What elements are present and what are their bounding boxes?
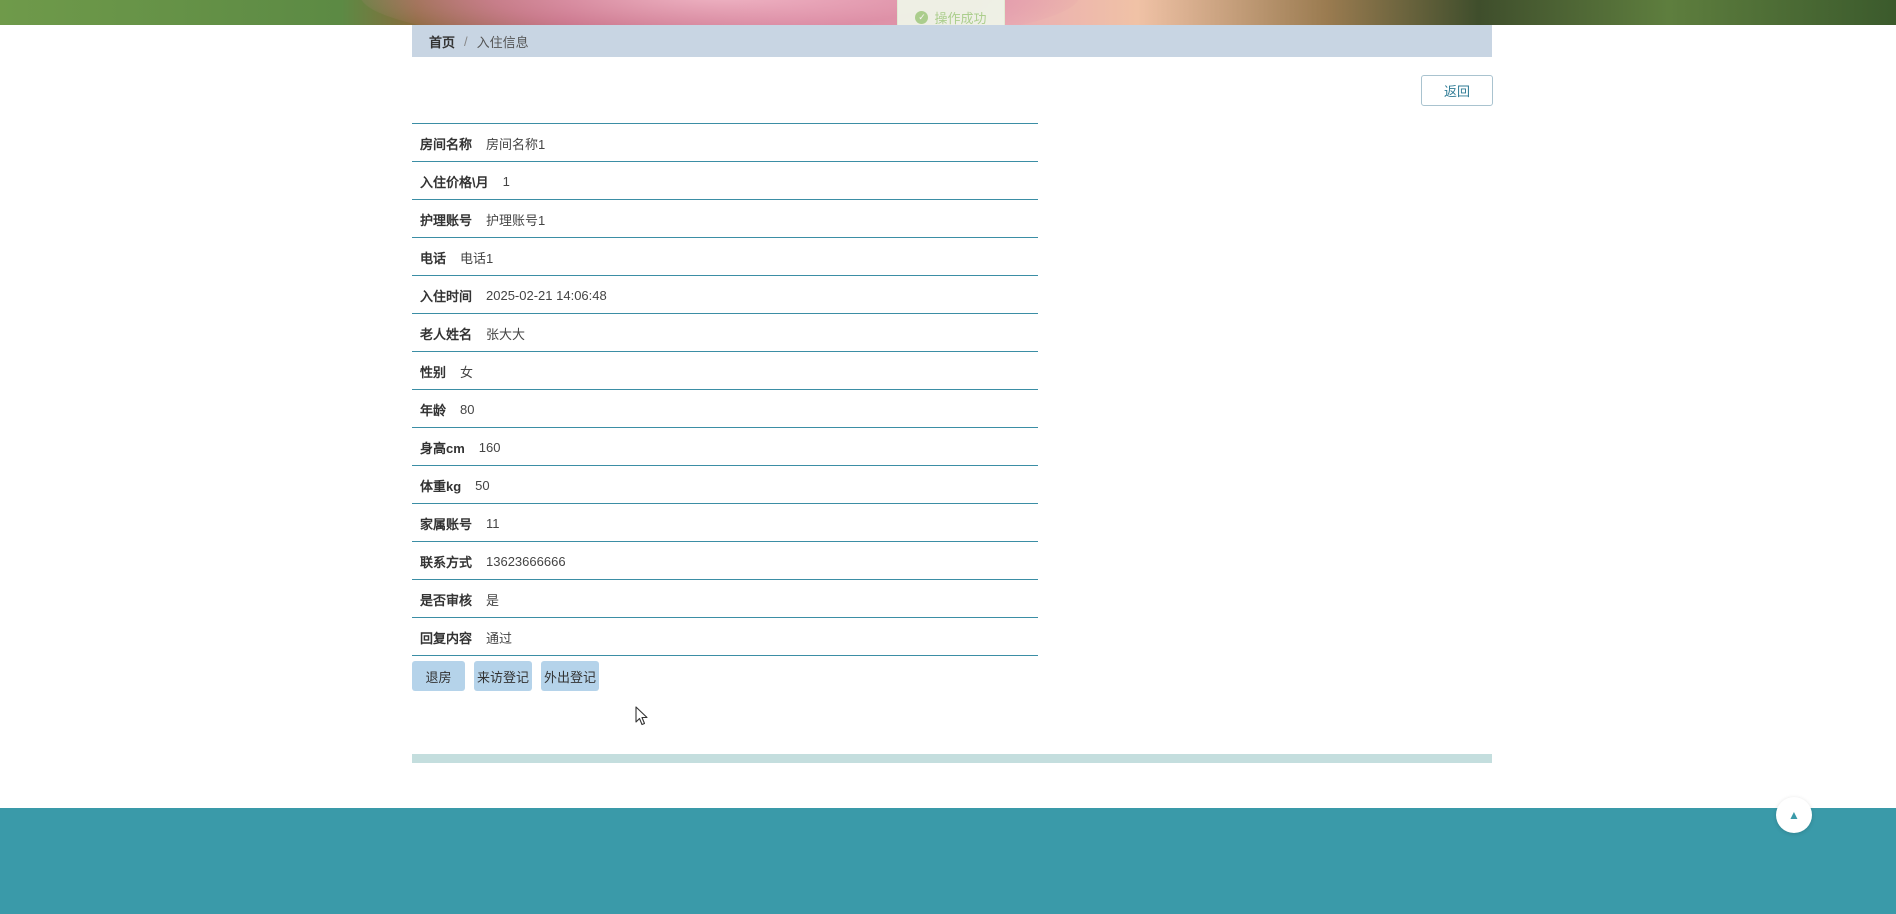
detail-value: 张大大 [486,326,526,342]
detail-row-phone: 电话 电话1 [412,238,1038,276]
detail-row-nurse-account: 护理账号 护理账号1 [412,200,1038,238]
detail-value: 13623666666 [486,553,566,569]
detail-value: 电话1 [460,250,494,266]
caret-up-icon: ▲ [1788,808,1800,822]
detail-label: 回复内容 [420,630,473,646]
detail-label: 入住时间 [420,288,473,304]
detail-value: 护理账号1 [486,212,546,228]
detail-row-elder-name: 老人姓名 张大大 [412,314,1038,352]
detail-label: 体重kg [420,478,462,494]
scroll-to-top-button[interactable]: ▲ [1776,797,1812,833]
detail-label: 电话 [420,250,447,266]
detail-value: 80 [460,401,475,417]
detail-row-gender: 性别 女 [412,352,1038,390]
breadcrumb: 首页 / 入住信息 [412,25,1492,57]
detail-value: 2025-02-21 14:06:48 [486,287,607,303]
action-button-group: 退房 来访登记 外出登记 [412,661,600,691]
detail-label: 老人姓名 [420,326,473,342]
detail-value: 50 [475,477,490,493]
detail-row-weight: 体重kg 50 [412,466,1038,504]
detail-label: 是否审核 [420,592,473,608]
breadcrumb-home[interactable]: 首页 [429,32,455,51]
visit-register-button[interactable]: 来访登记 [474,661,533,691]
detail-row-age: 年龄 80 [412,390,1038,428]
detail-value: 房间名称1 [486,136,546,152]
detail-row-family-account: 家属账号 11 [412,504,1038,542]
page-footer [0,808,1896,914]
detail-label: 联系方式 [420,554,473,570]
detail-value: 通过 [486,630,513,646]
checkin-detail-table: 房间名称 房间名称1 入住价格\月 1 护理账号 护理账号1 电话 电话1 入住… [412,123,1038,656]
detail-value: 女 [460,364,474,380]
detail-value: 160 [478,439,501,455]
detail-row-contact: 联系方式 13623666666 [412,542,1038,580]
content-divider-bar [412,754,1492,763]
detail-label: 性别 [420,364,447,380]
mouse-cursor-icon [635,706,648,726]
checkout-button[interactable]: 退房 [412,661,465,691]
detail-value: 1 [502,173,510,189]
detail-row-room-name: 房间名称 房间名称1 [412,124,1038,162]
breadcrumb-current: 入住信息 [476,34,529,50]
detail-label: 房间名称 [420,136,473,152]
detail-row-height: 身高cm 160 [412,428,1038,466]
detail-label: 身高cm [420,440,465,456]
detail-value: 11 [486,515,500,531]
detail-label: 年龄 [420,402,447,418]
detail-row-review-status: 是否审核 是 [412,580,1038,618]
detail-row-price: 入住价格\月 1 [412,162,1038,200]
back-button[interactable]: 返回 [1421,75,1493,106]
breadcrumb-separator: / [464,33,468,49]
detail-row-checkin-time: 入住时间 2025-02-21 14:06:48 [412,276,1038,314]
outing-register-button[interactable]: 外出登记 [541,661,600,691]
detail-label: 入住价格\月 [420,174,489,190]
check-circle-icon: ✓ [915,11,929,24]
detail-label: 家属账号 [420,516,473,532]
detail-value: 是 [486,592,500,608]
detail-row-reply: 回复内容 通过 [412,618,1038,656]
detail-label: 护理账号 [420,212,473,228]
